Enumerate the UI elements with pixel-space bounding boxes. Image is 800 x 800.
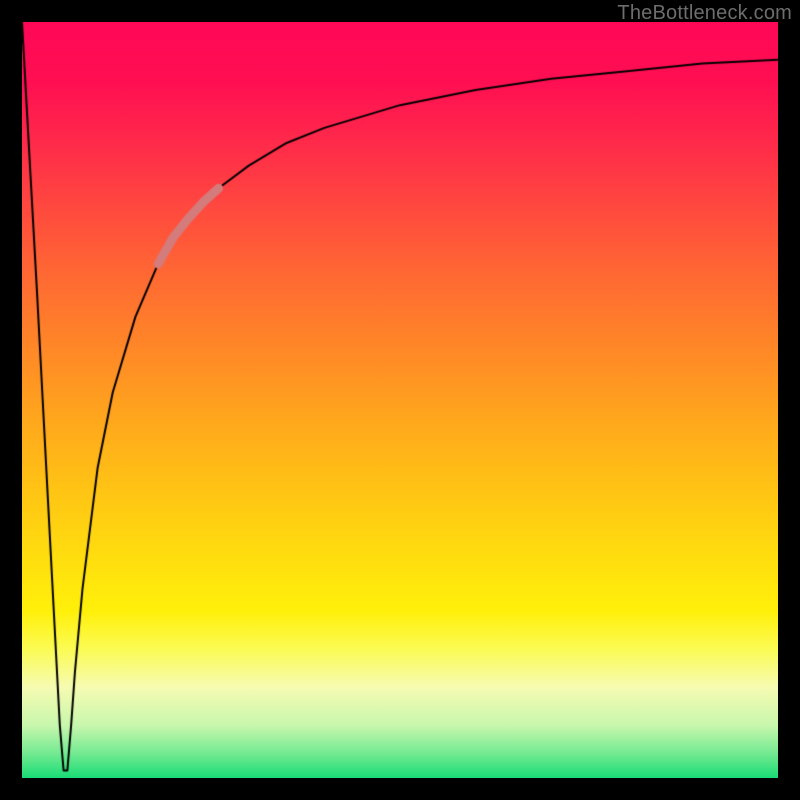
plot-area (22, 22, 778, 778)
watermark-text: TheBottleneck.com (617, 2, 792, 25)
chart-frame: TheBottleneck.com (0, 0, 800, 800)
bottleneck-curve-canvas (22, 22, 778, 778)
